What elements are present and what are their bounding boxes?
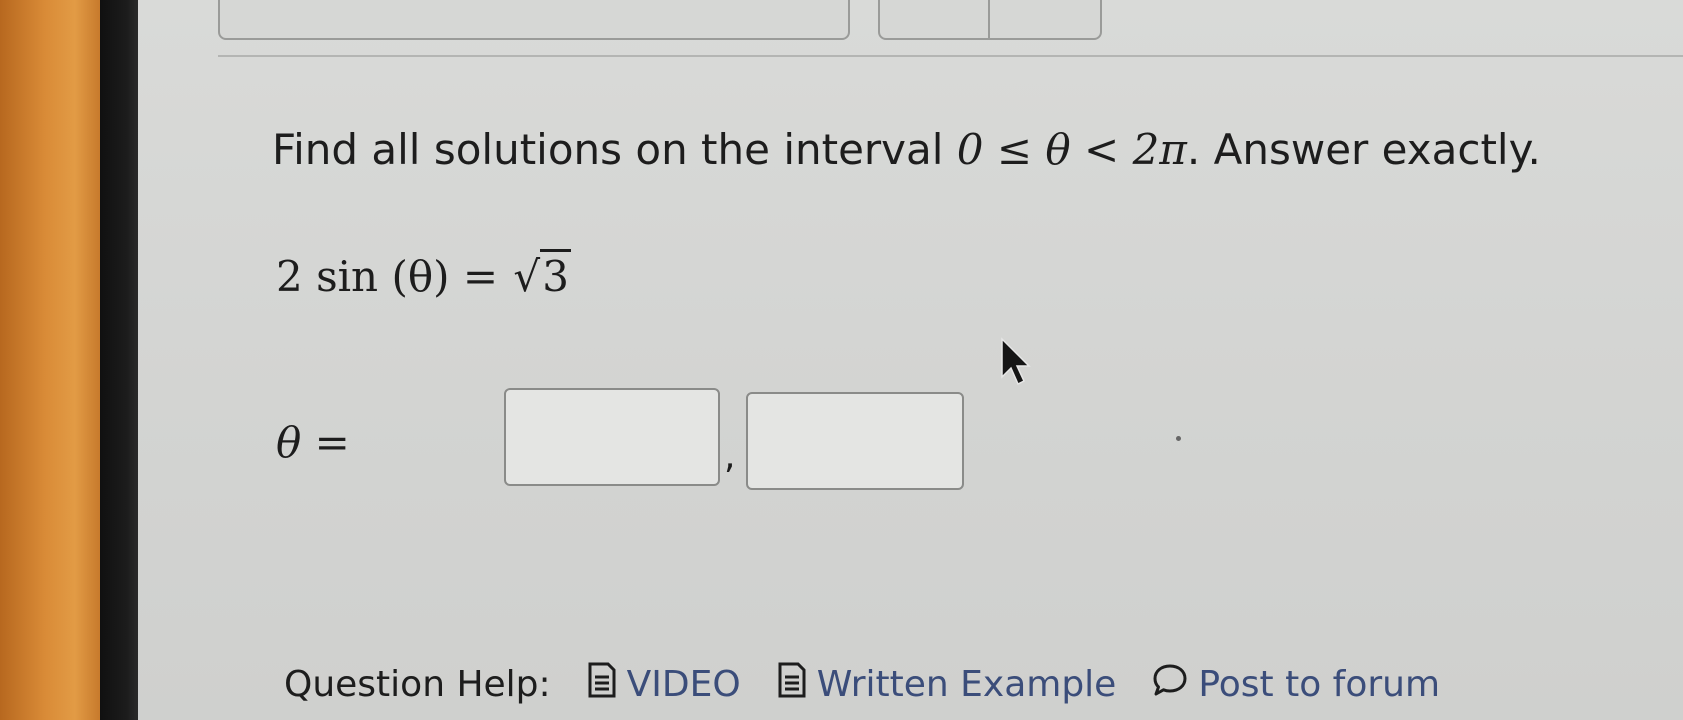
radicand: 3	[540, 249, 571, 301]
video-link[interactable]: VIDEO	[587, 662, 741, 707]
answer-input-1[interactable]	[504, 388, 720, 486]
question-text: Find all solutions on the interval 0 ≤ θ…	[272, 125, 1541, 174]
desk-background	[0, 0, 100, 720]
answer-separator: ,	[724, 436, 736, 477]
video-label: VIDEO	[626, 664, 741, 705]
screen: Find all solutions on the interval 0 ≤ θ…	[138, 0, 1683, 720]
written-example-link[interactable]: Written Example	[777, 662, 1117, 707]
question-help: Question Help: VIDEO Written Example Pos…	[284, 662, 1440, 707]
screen-speck	[1176, 436, 1181, 441]
top-button-group[interactable]	[878, 0, 1102, 40]
theta-label: θ =	[276, 418, 350, 467]
monitor-bezel	[100, 0, 138, 720]
question-interval: 0 ≤ θ < 2π	[956, 125, 1187, 174]
question-help-label: Question Help:	[284, 664, 551, 705]
question-suffix: . Answer exactly.	[1186, 125, 1541, 174]
post-to-forum-link[interactable]: Post to forum	[1152, 662, 1440, 707]
document-icon	[587, 662, 627, 707]
forum-label: Post to forum	[1198, 664, 1441, 705]
question-prefix: Find all solutions on the interval	[272, 125, 957, 174]
section-divider	[218, 55, 1683, 57]
mouse-cursor-icon	[998, 337, 1038, 389]
answer-input-2[interactable]	[746, 392, 964, 490]
top-input-box[interactable]	[218, 0, 850, 40]
square-root: √3	[511, 249, 571, 301]
document-icon	[777, 662, 817, 707]
radical-sign: √	[513, 252, 541, 301]
speech-bubble-icon	[1152, 662, 1198, 707]
equation-lhs: 2 sin (θ) =	[276, 252, 512, 301]
equation: 2 sin (θ) = √3	[276, 249, 571, 301]
button-divider	[988, 0, 990, 38]
written-example-label: Written Example	[816, 664, 1117, 705]
